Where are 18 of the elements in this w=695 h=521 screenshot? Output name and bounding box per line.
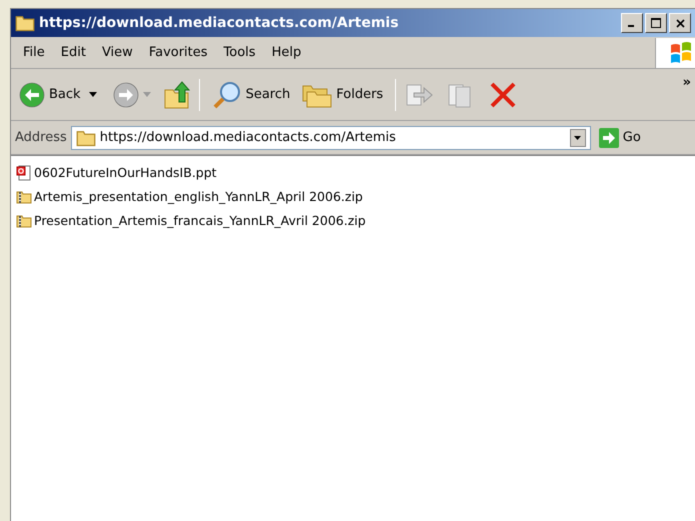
- menu-item[interactable]: View: [94, 42, 141, 62]
- file-entry[interactable]: Presentation_Artemis_francais_YannLR_Avril 2006.zip: [16, 212, 366, 230]
- file-entry[interactable]: Artemis_presentation_english_YannLR_April 2006.zip: [16, 188, 363, 206]
- toolbar-overflow[interactable]: »: [682, 73, 691, 92]
- address-label: Address: [15, 128, 67, 147]
- menu-item[interactable]: Edit: [52, 42, 94, 62]
- menu-item[interactable]: Tools: [216, 42, 264, 62]
- folders-button[interactable]: Folders: [298, 82, 388, 108]
- go-button[interactable]: Go: [598, 128, 641, 148]
- search-button[interactable]: Search: [208, 80, 294, 108]
- window-title: https://download.mediacontacts.com/Artemis: [39, 14, 399, 32]
- menu-item[interactable]: Favorites: [140, 42, 216, 62]
- file-entry[interactable]: 0602FutureInOurHandsIB.ppt: [16, 164, 217, 183]
- address-field[interactable]: https://download.mediacontacts.com/Artemis: [70, 126, 591, 150]
- address-text: https://download.mediacontacts.com/Artemis: [100, 128, 397, 147]
- back-button[interactable]: Back: [15, 82, 85, 108]
- menu-item[interactable]: File: [15, 42, 53, 62]
- menu-item[interactable]: Help: [264, 42, 310, 62]
